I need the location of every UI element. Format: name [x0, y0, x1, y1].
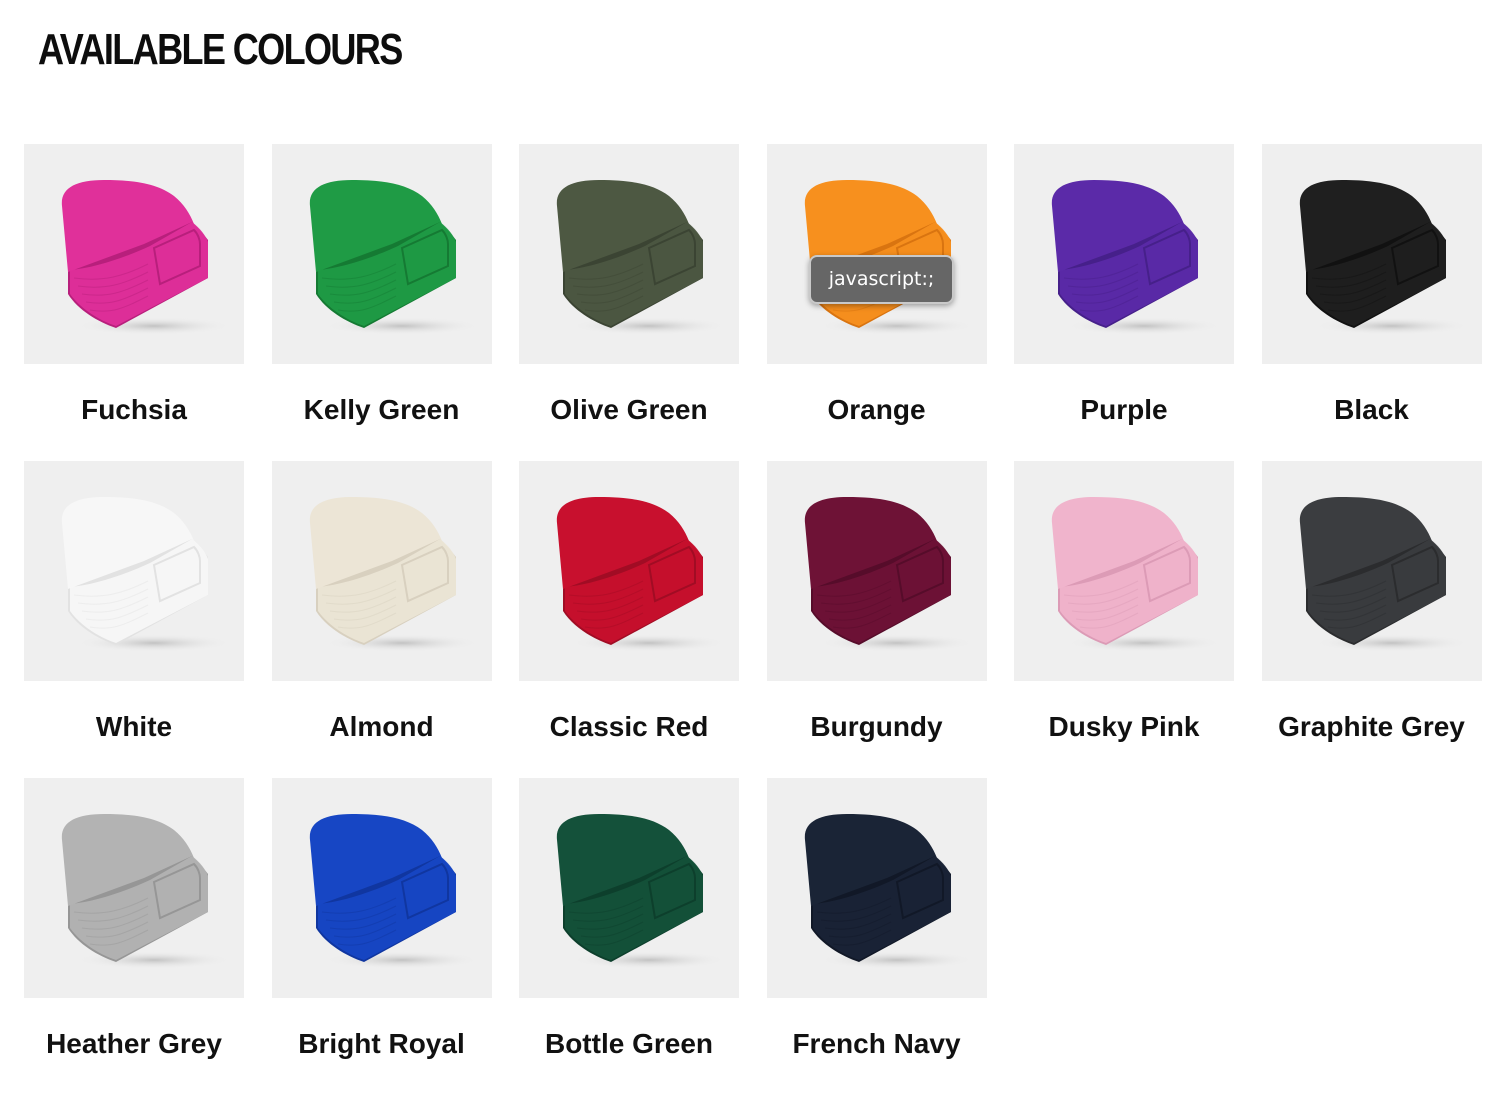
beanie-image — [24, 144, 244, 364]
colour-name: Bottle Green — [544, 1028, 714, 1059]
beanie-icon — [1299, 180, 1470, 335]
beanie-image — [519, 144, 739, 364]
colour-swatch-almond[interactable]: Almond — [271, 461, 492, 778]
beanie-icon — [556, 814, 727, 969]
colour-name: Heather Grey — [46, 1028, 222, 1059]
beanie-icon — [1051, 497, 1222, 652]
colour-name: Purple — [1080, 394, 1168, 425]
colour-swatch-bright-royal[interactable]: Bright Royal — [271, 778, 492, 1095]
beanie-icon — [804, 814, 975, 969]
beanie-image — [271, 144, 492, 364]
beanie-image — [24, 461, 244, 681]
colour-swatch-purple[interactable]: Purple — [1014, 144, 1234, 461]
beanie-image — [519, 778, 739, 998]
beanie-icon — [309, 814, 480, 969]
colour-swatch-classic-red[interactable]: Classic Red — [519, 461, 739, 778]
colour-name: White — [95, 711, 173, 742]
colour-swatch-french-navy[interactable]: French Navy — [766, 778, 987, 1095]
colour-name: Olive Green — [550, 394, 708, 425]
colour-name: Bright Royal — [298, 1028, 465, 1059]
beanie-icon — [309, 180, 480, 335]
beanie-icon — [804, 180, 975, 335]
beanie-image — [519, 461, 739, 681]
colour-name: French Navy — [792, 1028, 961, 1059]
beanie-image — [271, 461, 492, 681]
beanie-image — [271, 778, 492, 998]
colour-name: Burgundy — [810, 711, 943, 742]
beanie-icon — [309, 497, 480, 652]
colour-name: Dusky Pink — [1048, 711, 1200, 742]
beanie-icon — [61, 180, 232, 335]
beanie-image — [1261, 144, 1482, 364]
beanie-image — [1014, 144, 1234, 364]
beanie-image — [1014, 461, 1234, 681]
beanie-icon — [804, 497, 975, 652]
beanie-icon — [61, 814, 232, 969]
beanie-icon — [1051, 180, 1222, 335]
colour-name: Almond — [329, 711, 434, 742]
colour-swatch-graphite-grey[interactable]: Graphite Grey — [1261, 461, 1482, 778]
colour-swatch-burgundy[interactable]: Burgundy — [766, 461, 987, 778]
colour-swatch-grid: Fuchsia Kelly Green Olive Green Orange P… — [24, 144, 1484, 1095]
colour-name: Kelly Green — [303, 394, 460, 425]
colour-swatch-bottle-green[interactable]: Bottle Green — [519, 778, 739, 1095]
beanie-image — [766, 778, 987, 998]
beanie-image — [1261, 461, 1482, 681]
beanie-image — [766, 461, 987, 681]
colour-swatch-fuchsia[interactable]: Fuchsia — [24, 144, 244, 461]
beanie-icon — [61, 497, 232, 652]
page-title: AVAILABLE COLOURS — [38, 25, 403, 74]
beanie-icon — [556, 180, 727, 335]
colour-swatch-heather-grey[interactable]: Heather Grey — [24, 778, 244, 1095]
colour-swatch-kelly-green[interactable]: Kelly Green — [271, 144, 492, 461]
colour-name: Orange — [827, 394, 926, 425]
colour-name: Classic Red — [549, 711, 709, 742]
colour-name: Fuchsia — [81, 394, 187, 425]
beanie-icon — [1299, 497, 1470, 652]
beanie-image — [24, 778, 244, 998]
link-tooltip: javascript:; — [809, 255, 954, 304]
colour-swatch-black[interactable]: Black — [1261, 144, 1482, 461]
beanie-icon — [556, 497, 727, 652]
colour-swatch-dusky-pink[interactable]: Dusky Pink — [1014, 461, 1234, 778]
colour-swatch-olive-green[interactable]: Olive Green — [519, 144, 739, 461]
colour-name: Graphite Grey — [1278, 711, 1465, 742]
colour-name: Black — [1334, 394, 1409, 425]
colour-swatch-white[interactable]: White — [24, 461, 244, 778]
beanie-image — [766, 144, 987, 364]
